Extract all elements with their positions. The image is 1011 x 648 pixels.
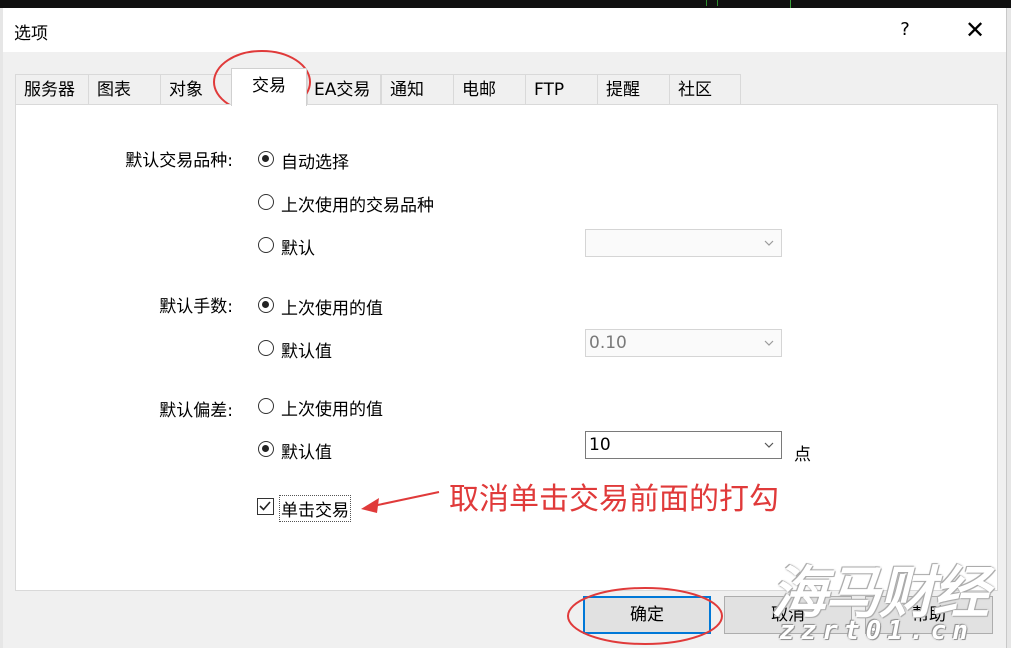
slippage-select-value: 10 xyxy=(589,435,611,455)
chevron-down-icon xyxy=(764,338,774,348)
default-symbol-label: 默认交易品种: xyxy=(125,151,233,171)
symbol-auto-radio[interactable] xyxy=(258,151,274,167)
lots-last-used-label[interactable]: 上次使用的值 xyxy=(281,294,383,319)
dialog-title: 选项 xyxy=(14,24,48,44)
symbol-default-radio[interactable] xyxy=(258,237,274,253)
symbol-last-used-radio[interactable] xyxy=(258,194,274,210)
tab-ftp[interactable]: FTP xyxy=(525,74,598,105)
slippage-unit-label: 点 xyxy=(794,445,811,465)
tab-notifications[interactable]: 通知 xyxy=(381,74,454,105)
close-icon[interactable]: ✕ xyxy=(958,14,992,48)
background-window-edge-right xyxy=(1006,8,1011,648)
chevron-down-icon xyxy=(764,440,774,450)
lots-default-radio[interactable] xyxy=(258,340,274,356)
title-bar: 选项 ? ✕ xyxy=(3,8,1006,52)
checkmark-icon xyxy=(259,501,271,511)
options-dialog: 选项 ? ✕ 服务器 图表 对象 交易 EA交易 通知 电邮 FTP 提醒 社区… xyxy=(3,8,1006,648)
slippage-default-radio[interactable] xyxy=(258,441,274,457)
slippage-last-used-label[interactable]: 上次使用的值 xyxy=(281,395,383,420)
lots-select-value: 0.10 xyxy=(589,333,627,353)
annotation-arrow xyxy=(361,491,440,513)
default-slippage-label: 默认偏差: xyxy=(159,401,233,421)
tab-alerts[interactable]: 提醒 xyxy=(597,74,670,105)
chevron-down-icon xyxy=(764,238,774,248)
tab-community[interactable]: 社区 xyxy=(669,74,741,105)
tab-server[interactable]: 服务器 xyxy=(15,74,89,105)
slippage-last-used-radio[interactable] xyxy=(258,398,274,414)
default-lots-label: 默认手数: xyxy=(159,297,233,317)
tab-trade[interactable]: 交易 xyxy=(231,68,307,106)
lots-last-used-radio[interactable] xyxy=(258,297,274,313)
symbol-default-label[interactable]: 默认 xyxy=(281,234,315,259)
tab-charts[interactable]: 图表 xyxy=(88,74,161,105)
background-chart-strip xyxy=(0,0,1011,8)
watermark-domain-text: zzrt01.cn xyxy=(779,616,974,646)
one-click-trading-label[interactable]: 单击交易 xyxy=(279,495,351,522)
slippage-default-label[interactable]: 默认值 xyxy=(281,438,332,463)
symbol-auto-label[interactable]: 自动选择 xyxy=(281,148,349,173)
lots-default-select[interactable]: 0.10 xyxy=(585,329,782,357)
slippage-default-select[interactable]: 10 xyxy=(585,431,782,459)
symbol-default-select[interactable] xyxy=(585,229,782,257)
annotation-circle-ok xyxy=(567,587,723,645)
annotation-instruction-text: 取消单击交易前面的打勾 xyxy=(449,482,779,517)
symbol-last-used-label[interactable]: 上次使用的交易品种 xyxy=(281,191,434,216)
lots-default-label[interactable]: 默认值 xyxy=(281,337,332,362)
one-click-trading-checkbox[interactable] xyxy=(257,498,274,515)
help-icon[interactable]: ? xyxy=(891,16,919,44)
tab-email[interactable]: 电邮 xyxy=(453,74,526,105)
